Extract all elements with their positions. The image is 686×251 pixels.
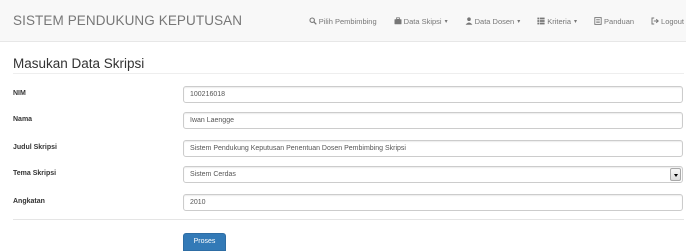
title-divider: [13, 73, 684, 74]
tema-skripsi-select[interactable]: Sistem Cerdas: [183, 166, 683, 183]
nav-item-label: Logout: [661, 16, 684, 26]
nama-input[interactable]: Iwan Laengge: [183, 112, 683, 129]
caret-down-icon: ▾: [574, 18, 578, 25]
angkatan-label: Angkatan: [13, 198, 45, 205]
judul-skripsi-label: Judul Skripsi: [13, 144, 57, 151]
nav-item-logout[interactable]: Logout: [651, 17, 684, 26]
proses-button[interactable]: Proses: [183, 233, 226, 251]
nim-label: NIM: [13, 90, 26, 97]
nav-item-label: Kriteria: [547, 16, 571, 26]
nav-menu: Pilih Pembimbing Data Skipsi ▾ Data Dose…: [292, 14, 684, 28]
book-icon: [594, 17, 602, 25]
search-icon: [309, 17, 317, 25]
form-divider: [13, 219, 684, 220]
angkatan-input[interactable]: 2010: [183, 194, 683, 211]
judul-skripsi-input[interactable]: Sistem Pendukung Keputusan Penentuan Dos…: [183, 140, 683, 157]
nav-item-label: Pilih Pembimbing: [318, 16, 377, 26]
logout-icon: [651, 17, 659, 25]
brand-link[interactable]: SISTEM PENDUKUNG KEPUTUSAN: [13, 13, 242, 28]
user-icon: [465, 17, 473, 25]
nav-item-pilih-pembimbing[interactable]: Pilih Pembimbing: [309, 17, 377, 26]
list-icon: [537, 17, 545, 25]
tema-skripsi-selected-value: Sistem Cerdas: [190, 171, 236, 178]
nama-label: Nama: [13, 116, 33, 123]
select-arrow-icon[interactable]: [670, 168, 681, 181]
caret-down-icon: ▾: [444, 18, 448, 25]
tema-skripsi-label: Tema Skripsi: [13, 170, 57, 177]
nav-item-data-skripsi[interactable]: Data Skipsi ▾: [394, 17, 448, 26]
page-title: Masukan Data Skripsi: [13, 56, 145, 71]
nav-item-data-dosen[interactable]: Data Dosen ▾: [465, 16, 521, 26]
navbar: SISTEM PENDUKUNG KEPUTUSAN Pilih Pembimb…: [0, 0, 686, 42]
nav-item-label: Data Skipsi: [403, 16, 442, 26]
nav-item-label: Data Dosen: [474, 16, 515, 26]
nim-input[interactable]: 100216018: [183, 86, 683, 103]
nav-item-kriteria[interactable]: Kriteria ▾: [537, 17, 577, 26]
caret-down-icon: ▾: [517, 18, 521, 25]
nav-item-panduan[interactable]: Panduan: [594, 17, 634, 26]
briefcase-icon: [394, 17, 402, 25]
nav-item-label: Panduan: [604, 16, 635, 26]
